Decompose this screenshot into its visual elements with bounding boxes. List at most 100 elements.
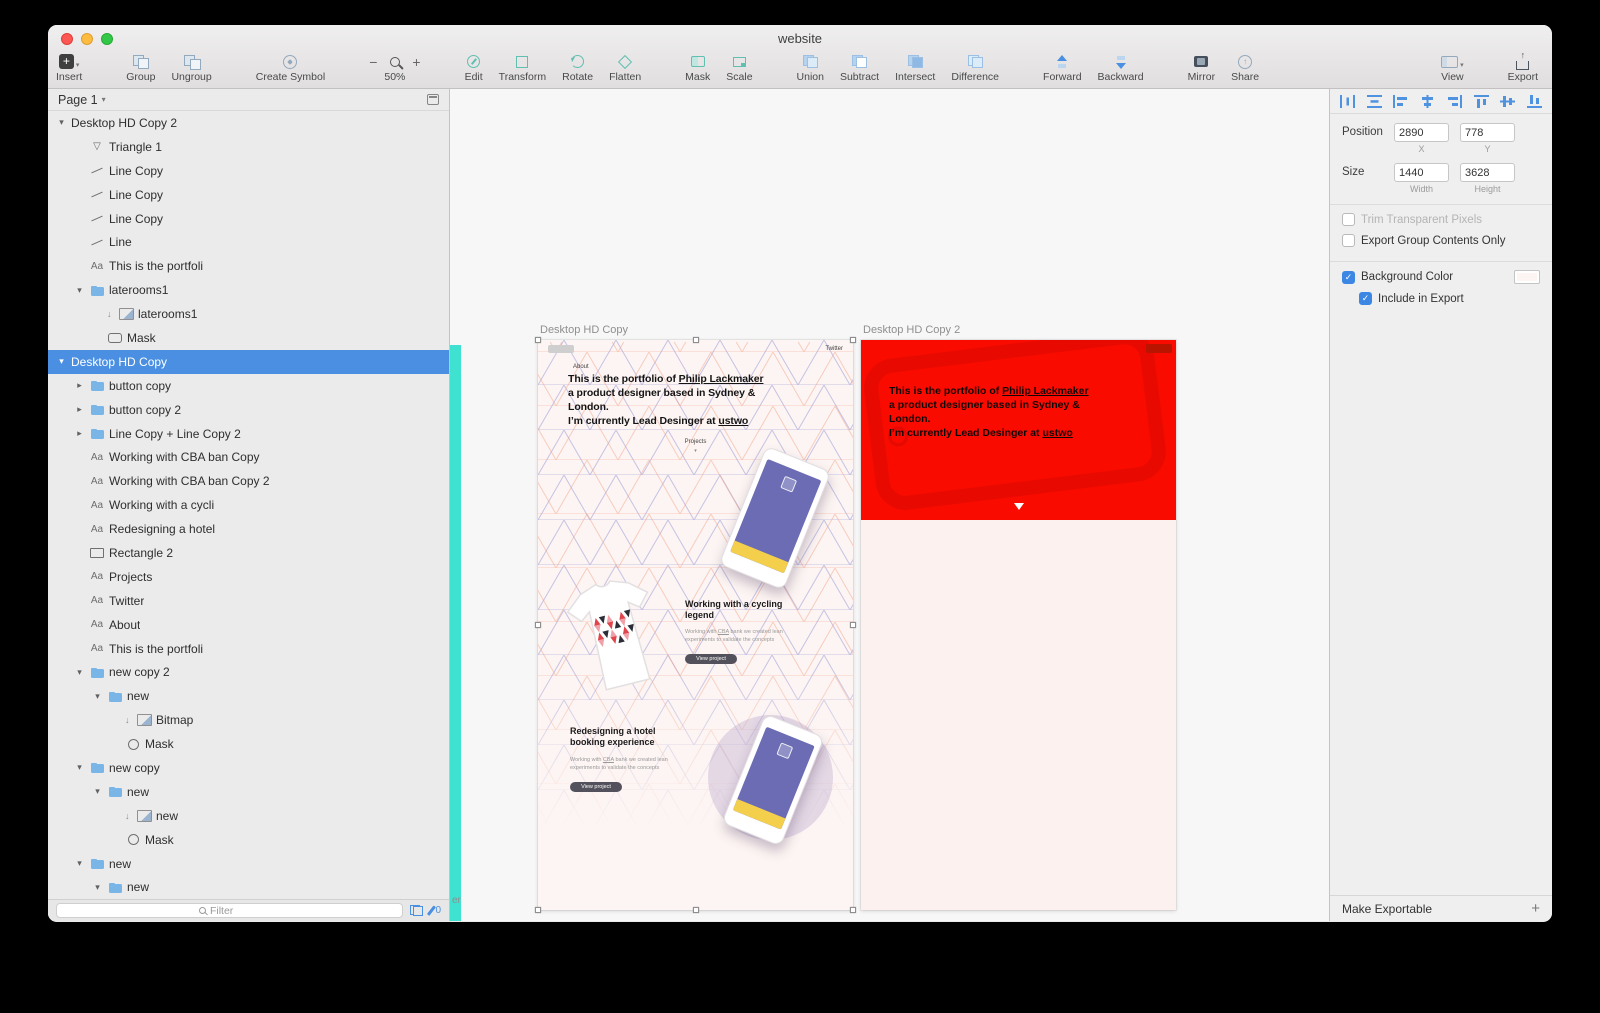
position-x-input[interactable]	[1394, 123, 1449, 142]
disclosure-open-icon[interactable]: ▾	[74, 762, 85, 773]
layer-row-line-copy-+-line-copy-2[interactable]: ▸ Line Copy + Line Copy 2	[48, 422, 449, 446]
checkbox-checked-icon[interactable]: ✓	[1342, 270, 1355, 284]
zoom-indicator[interactable]: 50%	[384, 53, 405, 83]
toolbar-share-button[interactable]: Share	[1231, 53, 1259, 83]
layer-row-new-copy-2[interactable]: ▾ new copy 2	[48, 660, 449, 684]
disclosure-open-icon[interactable]: ▾	[74, 667, 85, 678]
layer-row-button-copy[interactable]: ▸ button copy	[48, 374, 449, 398]
layer-row-line-copy[interactable]: Line Copy	[48, 207, 449, 231]
layer-row-mask[interactable]: Mask	[48, 326, 449, 350]
close-button[interactable]	[61, 33, 73, 45]
layer-row-working-with-a-cycli[interactable]: Aa Working with a cycli	[48, 493, 449, 517]
layer-row-redesigning-a-hotel[interactable]: Aa Redesigning a hotel	[48, 517, 449, 541]
artboard-desktop-hd-copy[interactable]: Twitter About This is the portfolio of P…	[535, 337, 856, 913]
toolbar-edit-button[interactable]: Edit	[465, 53, 483, 83]
layer-row-twitter[interactable]: Aa Twitter	[48, 589, 449, 613]
selection-handle[interactable]	[535, 907, 541, 913]
layer-row-new[interactable]: ▾ new	[48, 852, 449, 876]
toolbar-group-button[interactable]: Group	[126, 53, 155, 83]
layer-row-laterooms1[interactable]: ▾ laterooms1	[48, 278, 449, 302]
toolbar-rotate-button[interactable]: Rotate	[562, 53, 593, 83]
edit-count-badge[interactable]: 0	[426, 905, 441, 916]
canvas[interactable]: er Desktop HD Copy Desktop HD Copy 2 Twi…	[450, 89, 1329, 921]
option-background-color[interactable]: ✓ Background Color	[1330, 266, 1552, 288]
layer-row-projects[interactable]: Aa Projects	[48, 565, 449, 589]
layer-row-this-is-the-portfoli[interactable]: Aa This is the portfoli	[48, 254, 449, 278]
layer-row-rectangle-2[interactable]: Rectangle 2	[48, 541, 449, 565]
layer-row-working-with-cba-ban-copy-2[interactable]: Aa Working with CBA ban Copy 2	[48, 469, 449, 493]
zoom-out-button[interactable]: −	[369, 54, 377, 83]
layer-row-new[interactable]: ▾ new	[48, 684, 449, 708]
toolbar-insert-button[interactable]: ▾ Insert	[56, 53, 82, 83]
align-left-icon[interactable]	[1393, 94, 1408, 108]
layer-row-new-copy[interactable]: ▾ new copy	[48, 756, 449, 780]
align-top-icon[interactable]	[1473, 94, 1489, 108]
toolbar-forward-button[interactable]: Forward	[1043, 53, 1082, 83]
align-center-horizontally-icon[interactable]	[1420, 94, 1435, 108]
selection-handle[interactable]	[850, 337, 856, 343]
artboard2-label[interactable]: Desktop HD Copy 2	[863, 324, 960, 336]
background-color-swatch[interactable]	[1514, 270, 1540, 284]
align-right-icon[interactable]	[1447, 94, 1462, 108]
toolbar-transform-button[interactable]: Transform	[499, 53, 546, 83]
layer-row-mask[interactable]: Mask	[48, 828, 449, 852]
toolbar-create-symbol-button[interactable]: Create Symbol	[256, 53, 325, 83]
layer-row-new[interactable]: ▾ new	[48, 876, 449, 900]
disclosure-open-icon[interactable]: ▾	[92, 786, 103, 797]
layer-row-working-with-cba-ban-copy[interactable]: Aa Working with CBA ban Copy	[48, 445, 449, 469]
disclosure-open-icon[interactable]: ▾	[56, 117, 67, 128]
distribute-horizontally-icon[interactable]	[1340, 94, 1355, 108]
disclosure-closed-icon[interactable]: ▸	[74, 380, 85, 391]
toolbar-subtract-button[interactable]: Subtract	[840, 53, 879, 83]
layer-row-laterooms1[interactable]: ↓ laterooms1	[48, 302, 449, 326]
layer-row-triangle-1[interactable]: ▽ Triangle 1	[48, 135, 449, 159]
disclosure-open-icon[interactable]: ▾	[74, 858, 85, 869]
selection-handle[interactable]	[850, 907, 856, 913]
toolbar-backward-button[interactable]: Backward	[1098, 53, 1144, 83]
toolbar-union-button[interactable]: Union	[797, 53, 824, 83]
align-bottom-icon[interactable]	[1526, 94, 1542, 108]
disclosure-open-icon[interactable]: ▾	[92, 691, 103, 702]
minimize-button[interactable]	[81, 33, 93, 45]
option-export-group-contents-only[interactable]: Export Group Contents Only	[1330, 230, 1552, 251]
make-exportable-row[interactable]: Make Exportable +	[1330, 895, 1552, 921]
disclosure-open-icon[interactable]: ▾	[92, 882, 103, 893]
page-list-toggle-icon[interactable]	[427, 94, 439, 105]
selection-handle[interactable]	[535, 337, 541, 343]
filter-input[interactable]	[209, 904, 260, 917]
layer-row-desktop-hd-copy-2[interactable]: ▾ Desktop HD Copy 2	[48, 111, 449, 135]
layer-row-line-copy[interactable]: Line Copy	[48, 183, 449, 207]
add-export-icon[interactable]: +	[1531, 900, 1540, 917]
position-y-input[interactable]	[1460, 123, 1515, 142]
size-width-input[interactable]	[1394, 163, 1449, 182]
filter-field[interactable]	[56, 903, 403, 918]
toolbar-view-button[interactable]: ▾ View	[1441, 53, 1464, 83]
checkbox-unchecked-icon[interactable]	[1342, 213, 1355, 226]
layer-row-mask[interactable]: Mask	[48, 732, 449, 756]
toolbar-ungroup-button[interactable]: Ungroup	[171, 53, 212, 83]
layer-row-this-is-the-portfoli[interactable]: Aa This is the portfoli	[48, 637, 449, 661]
toolbar-mask-button[interactable]: Mask	[685, 53, 710, 83]
disclosure-open-icon[interactable]: ▾	[56, 356, 67, 367]
artboard-desktop-hd-copy-2[interactable]: This is the portfolio of Philip Lackmake…	[861, 340, 1176, 910]
layer-row-line[interactable]: Line	[48, 230, 449, 254]
selection-handle[interactable]	[692, 907, 699, 913]
checkbox-unchecked-icon[interactable]	[1342, 234, 1355, 247]
offscreen-artboard-edge[interactable]	[450, 345, 461, 921]
align-middle-vertically-icon[interactable]	[1500, 95, 1516, 108]
toolbar-difference-button[interactable]: Difference	[951, 53, 999, 83]
layer-row-bitmap[interactable]: ↓ Bitmap	[48, 708, 449, 732]
layer-row-new[interactable]: ↓ new	[48, 804, 449, 828]
page-selector[interactable]: Page 1 ▾	[48, 89, 449, 111]
layer-row-line-copy[interactable]: Line Copy	[48, 159, 449, 183]
toolbar-flatten-button[interactable]: Flatten	[609, 53, 641, 83]
distribute-vertically-icon[interactable]	[1366, 94, 1382, 108]
toolbar-export-button[interactable]: Export	[1508, 53, 1538, 83]
layer-row-new[interactable]: ▾ new	[48, 780, 449, 804]
disclosure-open-icon[interactable]: ▾	[74, 285, 85, 296]
option-include-in-export[interactable]: ✓ Include in Export	[1330, 288, 1552, 309]
layer-row-desktop-hd-copy[interactable]: ▾ Desktop HD Copy	[48, 349, 449, 374]
zoom-in-button[interactable]: +	[412, 54, 420, 83]
toolbar-mirror-button[interactable]: Mirror	[1188, 53, 1215, 83]
layer-row-button-copy-2[interactable]: ▸ button copy 2	[48, 398, 449, 422]
